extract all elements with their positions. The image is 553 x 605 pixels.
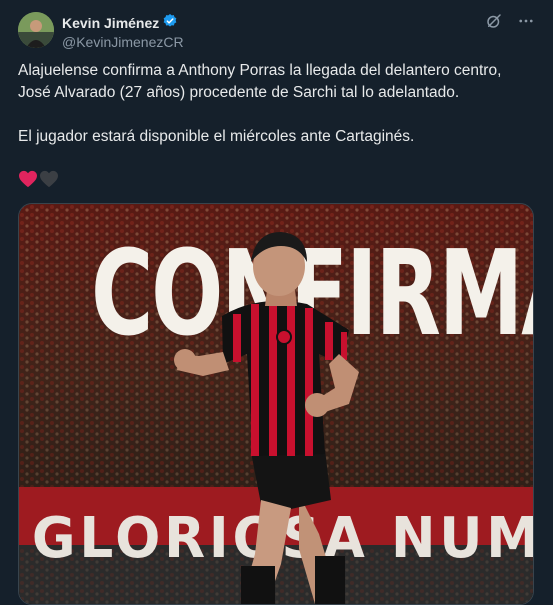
tweet-media-image[interactable]: CONFIRMADO GLORIOSA NUMF — [18, 203, 534, 605]
tweet-header: Kevin Jiménez @KevinJimenezCR — [18, 12, 535, 52]
tweet-paragraph-1: Alajuelense confirma a Anthony Porras la… — [18, 62, 502, 101]
tweet-text: Alajuelense confirma a Anthony Porras la… — [18, 60, 533, 148]
avatar[interactable] — [18, 12, 54, 48]
author-handle[interactable]: @KevinJimenezCR — [62, 34, 184, 50]
author-name-row[interactable]: Kevin Jiménez — [62, 13, 184, 32]
player-figure — [174, 232, 359, 604]
black-heart-icon — [39, 170, 59, 193]
author-name[interactable]: Kevin Jiménez — [62, 15, 159, 31]
emoji-reactions — [18, 170, 59, 193]
red-heart-icon — [18, 170, 38, 193]
grok-icon[interactable] — [485, 12, 503, 35]
tweet-paragraph-2: El jugador estará disponible el miércole… — [18, 128, 415, 145]
verified-badge-icon — [162, 13, 178, 32]
more-icon[interactable] — [517, 12, 535, 35]
